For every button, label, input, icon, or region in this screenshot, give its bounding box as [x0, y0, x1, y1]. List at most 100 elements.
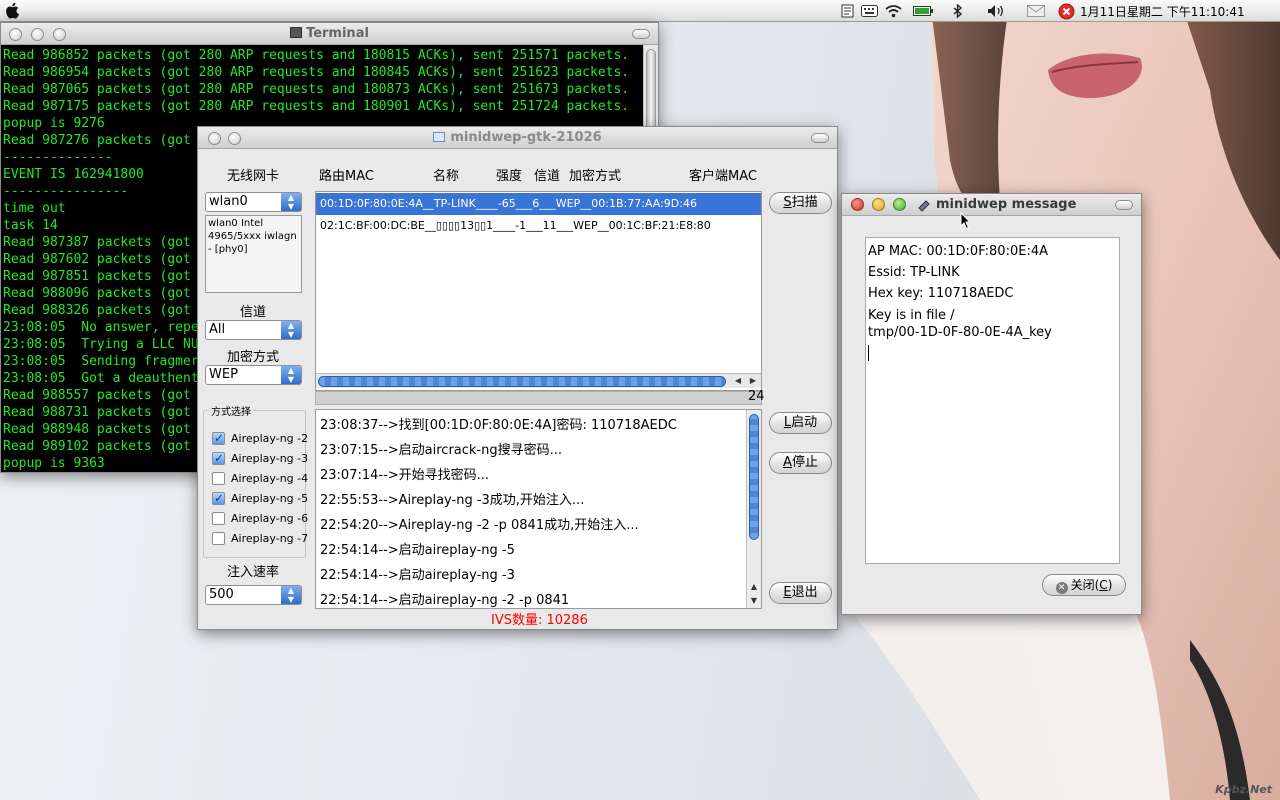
log-line: 22:54:14-->启动aireplay-ng -5 [320, 543, 515, 558]
column-header-strength[interactable]: 强度 [496, 165, 522, 184]
log-line: 22:54:14-->启动aireplay-ng -3 [320, 568, 515, 583]
column-header-mac[interactable]: 路由MAC [319, 165, 374, 184]
terminal-line: Read 987065 packets (got 280 ARP request… [3, 82, 630, 97]
minidwep-title: minidwep-gtk-21026 [450, 130, 602, 145]
minimize-button[interactable] [228, 132, 241, 145]
scroll-down-icon[interactable]: ▼ [748, 594, 760, 607]
start-label: 启动 [791, 415, 818, 430]
start-button[interactable]: L启动 [769, 412, 832, 434]
progress-count: 24 [748, 389, 765, 404]
message-text-area[interactable]: AP MAC: 00:1D:0F:80:0E:4A Essid: TP-LINK… [865, 237, 1120, 564]
column-header-channel[interactable]: 信道 [534, 165, 560, 184]
toolbar-toggle-button[interactable] [1115, 200, 1133, 210]
method-label: Aireplay-ng -7 [231, 532, 309, 545]
channel-select[interactable]: All ▲ ▼ [205, 320, 302, 340]
terminal-icon [290, 27, 303, 38]
scroll-left-icon[interactable]: ◀ [732, 374, 744, 387]
checkbox[interactable] [212, 532, 225, 545]
ap-row[interactable]: 02:1C:BF:00:DC:BE__▯▯▯▯13▯▯1____-1___11_… [316, 215, 761, 237]
close-button[interactable] [851, 198, 864, 211]
interface-value: wlan0 [209, 194, 248, 209]
scrollbar-thumb[interactable] [749, 414, 759, 540]
select-arrows-icon: ▲ ▼ [281, 321, 301, 339]
exit-accel: E [783, 585, 792, 600]
toolbar-toggle-button[interactable] [811, 133, 829, 143]
log-line: 23:07:15-->启动aircrack-ng搜寻密码... [320, 443, 563, 458]
scroll-up-icon[interactable]: ▲ [748, 580, 760, 593]
menubar-clock[interactable]: 1月11日星期二 下午11:10:41 [1080, 3, 1245, 20]
checkbox[interactable] [212, 450, 225, 466]
log-line: 22:55:53-->Aireplay-ng -3成功,开始注入... [320, 493, 585, 508]
method-label: Aireplay-ng -3 [231, 452, 309, 465]
close-dialog-button[interactable]: ✕ 关闭(C) [1042, 574, 1126, 596]
exit-label: 退出 [791, 585, 818, 600]
power-error-icon[interactable] [1057, 3, 1075, 19]
toolbar-toggle-button[interactable] [632, 29, 650, 39]
stop-label: 停止 [791, 455, 818, 470]
zoom-button[interactable] [893, 198, 906, 211]
interface-info: wlan0 Intel 4965/5xxx iwlagn - [phy0] [205, 215, 302, 293]
injection-rate-select[interactable]: 500 ▲ ▼ [205, 585, 302, 605]
method-label: Aireplay-ng -5 [231, 492, 309, 505]
log-list[interactable]: 23:08:37-->找到[00:1D:0F:80:0E:4A]密码: 1107… [315, 409, 762, 609]
app-window-icon [433, 132, 446, 142]
zoom-button[interactable] [53, 28, 66, 41]
encryption-value: WEP [209, 367, 238, 382]
checkbox[interactable] [212, 512, 225, 525]
method-label: Aireplay-ng -4 [231, 472, 309, 485]
message-line: Essid: TP-LINK [868, 265, 960, 280]
injection-rate-label: 注入速率 [227, 565, 280, 580]
scrollbar-thumb[interactable] [318, 376, 726, 387]
volume-icon[interactable] [986, 3, 1006, 19]
wifi-icon[interactable] [884, 3, 902, 19]
checkbox[interactable] [212, 430, 225, 446]
scroll-right-icon[interactable]: ▶ [747, 374, 759, 387]
terminal-titlebar[interactable]: Terminal [1, 23, 658, 45]
column-header-name[interactable]: 名称 [433, 165, 459, 184]
message-line: Key is in file / [868, 308, 955, 323]
interface-select[interactable]: wlan0 ▲ ▼ [205, 192, 302, 212]
encryption-label: 加密方式 [227, 350, 280, 365]
watermark: Kpbz.Net [1215, 783, 1272, 796]
column-header-encryption[interactable]: 加密方式 [569, 165, 621, 184]
channel-label: 信道 [240, 305, 267, 320]
ap-list-hscrollbar[interactable]: ◀ ▶ [316, 373, 761, 388]
message-titlebar[interactable]: minidwep message [842, 194, 1141, 216]
apple-menu-icon[interactable] [5, 2, 19, 19]
log-scrollbar[interactable]: ▲ ▼ [746, 410, 761, 608]
terminal-line: Read 986954 packets (got 280 ARP request… [3, 65, 630, 80]
select-arrows-icon: ▲ ▼ [281, 586, 301, 604]
keyboard-icon[interactable] [860, 3, 878, 19]
stop-accel: A [783, 455, 792, 470]
bluetooth-icon[interactable] [952, 3, 964, 19]
exit-button[interactable]: E退出 [769, 582, 832, 604]
terminal-line: Read 986852 packets (got 280 ARP request… [3, 48, 630, 63]
minidwep-titlebar[interactable]: minidwep-gtk-21026 [198, 127, 837, 149]
close-button[interactable] [208, 132, 221, 145]
column-header-client[interactable]: 客户端MAC [689, 165, 757, 184]
message-line: Hex key: 110718AEDC [868, 286, 1014, 301]
mail-icon[interactable] [1026, 3, 1046, 19]
select-arrows-icon: ▲ ▼ [281, 193, 301, 211]
minimize-button[interactable] [31, 28, 44, 41]
ap-list[interactable]: 00:1D:0F:80:0E:4A__TP-LINK____-65___6___… [315, 191, 762, 391]
terminal-line: Read 987175 packets (got 280 ARP request… [3, 99, 630, 114]
ap-row[interactable]: 00:1D:0F:80:0E:4A__TP-LINK____-65___6___… [316, 193, 761, 215]
close-circle-icon: ✕ [1055, 582, 1068, 594]
log-line: 22:54:14-->启动aireplay-ng -2 -p 0841 [320, 593, 570, 608]
checkbox[interactable] [212, 490, 225, 506]
close-button[interactable] [9, 28, 22, 41]
message-window-icon [918, 198, 931, 212]
battery-icon[interactable] [912, 3, 934, 19]
channel-value: All [209, 322, 226, 337]
terminal-title: Terminal [306, 26, 369, 41]
minimize-button[interactable] [872, 198, 885, 211]
encryption-select[interactable]: WEP ▲ ▼ [205, 365, 302, 385]
stop-button[interactable]: A停止 [769, 452, 832, 474]
log-line: 23:07:14-->开始寻找密码... [320, 468, 490, 483]
checkbox[interactable] [212, 472, 225, 485]
window-list-icon[interactable] [840, 3, 854, 19]
scan-button[interactable]: S扫描 [769, 192, 832, 214]
message-line: tmp/00-1D-0F-80-0E-4A_key [868, 325, 1052, 340]
close-dialog-label: 关闭( [1070, 578, 1100, 592]
